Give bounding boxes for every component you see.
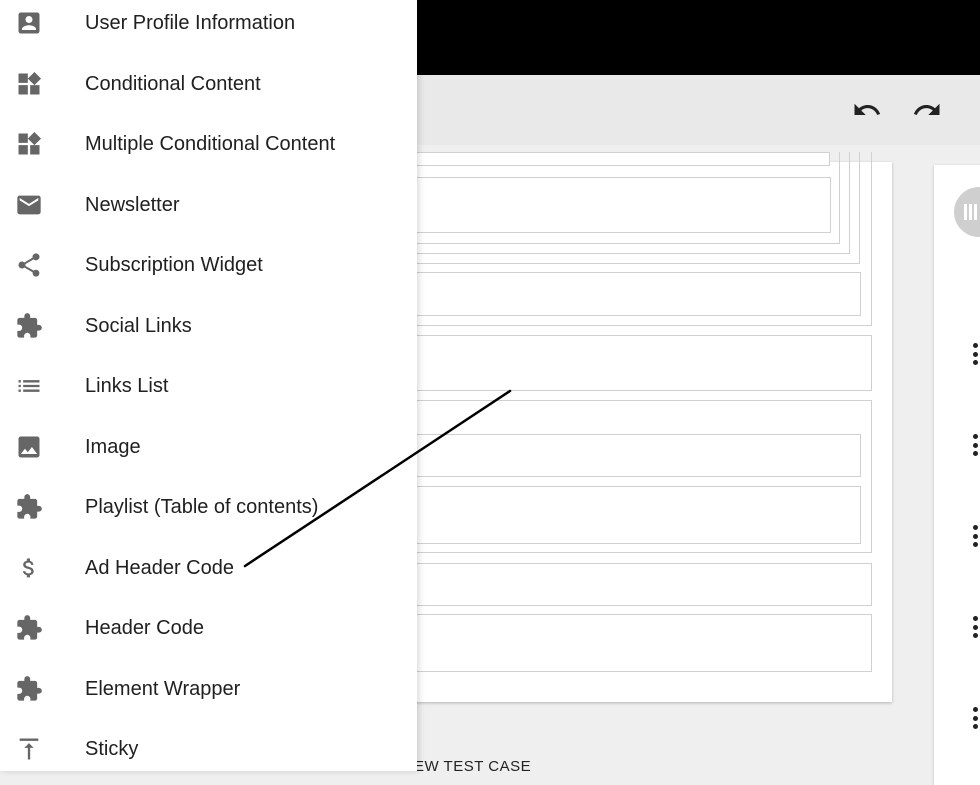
- content-box[interactable]: [380, 486, 861, 544]
- more-vert-icon[interactable]: [972, 616, 978, 638]
- vertical-align-top-icon: [14, 734, 44, 764]
- menu-item-label: Newsletter: [85, 193, 180, 216]
- list-icon: [14, 371, 44, 401]
- menu-item-element-wrapper[interactable]: Element Wrapper: [0, 661, 417, 717]
- menu-item-label: User Profile Information: [85, 11, 296, 34]
- section-heading: EW TEST CASE: [414, 758, 532, 775]
- menu-item-label: Conditional Content: [85, 72, 261, 95]
- dollar-icon: [14, 553, 44, 583]
- menu-item-label: Element Wrapper: [85, 677, 241, 700]
- widget-drawer: User Profile Information Conditional Con…: [0, 0, 417, 771]
- menu-item-label: Social Links: [85, 314, 192, 337]
- puzzle-icon: [14, 613, 44, 643]
- account-box-icon: [14, 8, 44, 38]
- menu-item-label: Header Code: [85, 616, 204, 639]
- menu-item-subscription-widget[interactable]: Subscription Widget: [0, 237, 417, 293]
- layers-panel: [934, 165, 980, 785]
- content-box[interactable]: [380, 434, 861, 477]
- menu-item-ad-header-code[interactable]: Ad Header Code: [0, 540, 417, 596]
- editor-canvas[interactable]: [380, 152, 892, 702]
- menu-item-label: Image: [85, 435, 141, 458]
- menu-item-label: Links List: [85, 374, 169, 397]
- undo-button[interactable]: [849, 95, 885, 125]
- menu-item-label: Multiple Conditional Content: [85, 132, 336, 155]
- image-icon: [14, 432, 44, 462]
- menu-item-sticky[interactable]: Sticky: [0, 721, 417, 771]
- menu-item-label: Sticky: [85, 737, 139, 760]
- widgets-icon: [14, 129, 44, 159]
- menu-item-label: Subscription Widget: [85, 253, 263, 276]
- redo-icon: [913, 103, 940, 115]
- menu-item-user-profile-information[interactable]: User Profile Information: [0, 0, 417, 51]
- undo-icon: [854, 103, 881, 115]
- puzzle-icon: [14, 674, 44, 704]
- more-vert-icon[interactable]: [972, 525, 978, 547]
- menu-item-conditional-content[interactable]: Conditional Content: [0, 56, 417, 112]
- menu-item-image[interactable]: Image: [0, 419, 417, 475]
- mail-icon: [14, 190, 44, 220]
- share-icon: [14, 250, 44, 280]
- menu-item-playlist[interactable]: Playlist (Table of contents): [0, 479, 417, 535]
- content-box[interactable]: [380, 614, 872, 672]
- puzzle-icon: [14, 492, 44, 522]
- content-box[interactable]: [380, 563, 872, 606]
- content-box[interactable]: [380, 272, 861, 316]
- more-vert-icon[interactable]: [972, 707, 978, 729]
- menu-item-multiple-conditional-content[interactable]: Multiple Conditional Content: [0, 116, 417, 172]
- more-vert-icon[interactable]: [972, 343, 978, 365]
- redo-button[interactable]: [909, 95, 945, 125]
- menu-item-social-links[interactable]: Social Links: [0, 298, 417, 354]
- menu-item-links-list[interactable]: Links List: [0, 358, 417, 414]
- menu-item-newsletter[interactable]: Newsletter: [0, 177, 417, 233]
- puzzle-icon: [14, 311, 44, 341]
- panel-avatar[interactable]: [954, 187, 980, 237]
- menu-item-label: Playlist (Table of contents): [85, 495, 319, 518]
- widgets-icon: [14, 69, 44, 99]
- more-vert-icon[interactable]: [972, 434, 978, 456]
- menu-item-label: Ad Header Code: [85, 556, 234, 579]
- menu-item-header-code[interactable]: Header Code: [0, 600, 417, 656]
- content-box[interactable]: [380, 335, 872, 391]
